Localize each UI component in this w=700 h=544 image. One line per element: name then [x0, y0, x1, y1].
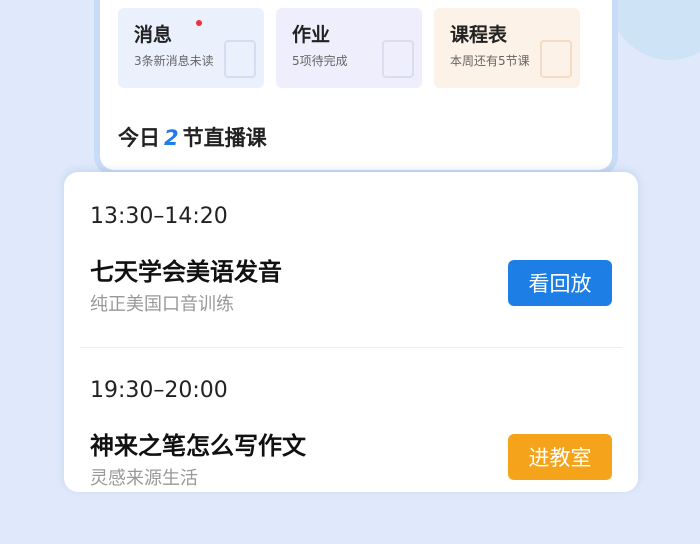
homework-icon — [382, 40, 414, 78]
lesson-item[interactable]: 19:30–20:00 神来之笔怎么写作文 灵感来源生活 进教室 — [90, 374, 612, 544]
messages-tile[interactable]: 消息 3条新消息未读 — [118, 8, 264, 88]
lesson-title: 神来之笔怎么写作文 — [90, 432, 306, 460]
enter-classroom-button[interactable]: 进教室 — [508, 434, 612, 480]
lesson-time: 19:30–20:00 — [90, 378, 228, 403]
divider — [80, 347, 622, 348]
unread-dot — [196, 20, 202, 26]
schedule-subtitle: 本周还有5节课 — [450, 54, 530, 68]
decorative-circle — [610, 0, 700, 60]
message-icon — [224, 40, 256, 78]
messages-subtitle: 3条新消息未读 — [134, 54, 214, 68]
today-prefix: 今日 — [118, 126, 160, 150]
lesson-subtitle: 灵感来源生活 — [90, 468, 198, 489]
lesson-title: 七天学会美语发音 — [90, 258, 282, 286]
watch-replay-button[interactable]: 看回放 — [508, 260, 612, 306]
live-lesson-list: 13:30–14:20 七天学会美语发音 纯正美国口音训练 看回放 19:30–… — [64, 172, 638, 492]
lesson-time: 13:30–14:20 — [90, 204, 228, 229]
homework-title: 作业 — [292, 24, 331, 46]
messages-title: 消息 — [134, 24, 173, 46]
calendar-icon — [540, 40, 572, 78]
schedule-title: 课程表 — [450, 24, 508, 46]
lesson-subtitle: 纯正美国口音训练 — [90, 294, 234, 315]
schedule-tile[interactable]: 课程表 本周还有5节课 — [434, 8, 580, 88]
today-live-heading: 今日 2 节直播课 — [118, 122, 267, 152]
today-suffix: 节直播课 — [182, 126, 267, 150]
homework-tile[interactable]: 作业 5项待完成 — [276, 8, 422, 88]
lesson-item[interactable]: 13:30–14:20 七天学会美语发音 纯正美国口音训练 看回放 — [90, 200, 612, 370]
today-live-count: 2 — [164, 126, 179, 150]
homework-subtitle: 5项待完成 — [292, 54, 348, 68]
